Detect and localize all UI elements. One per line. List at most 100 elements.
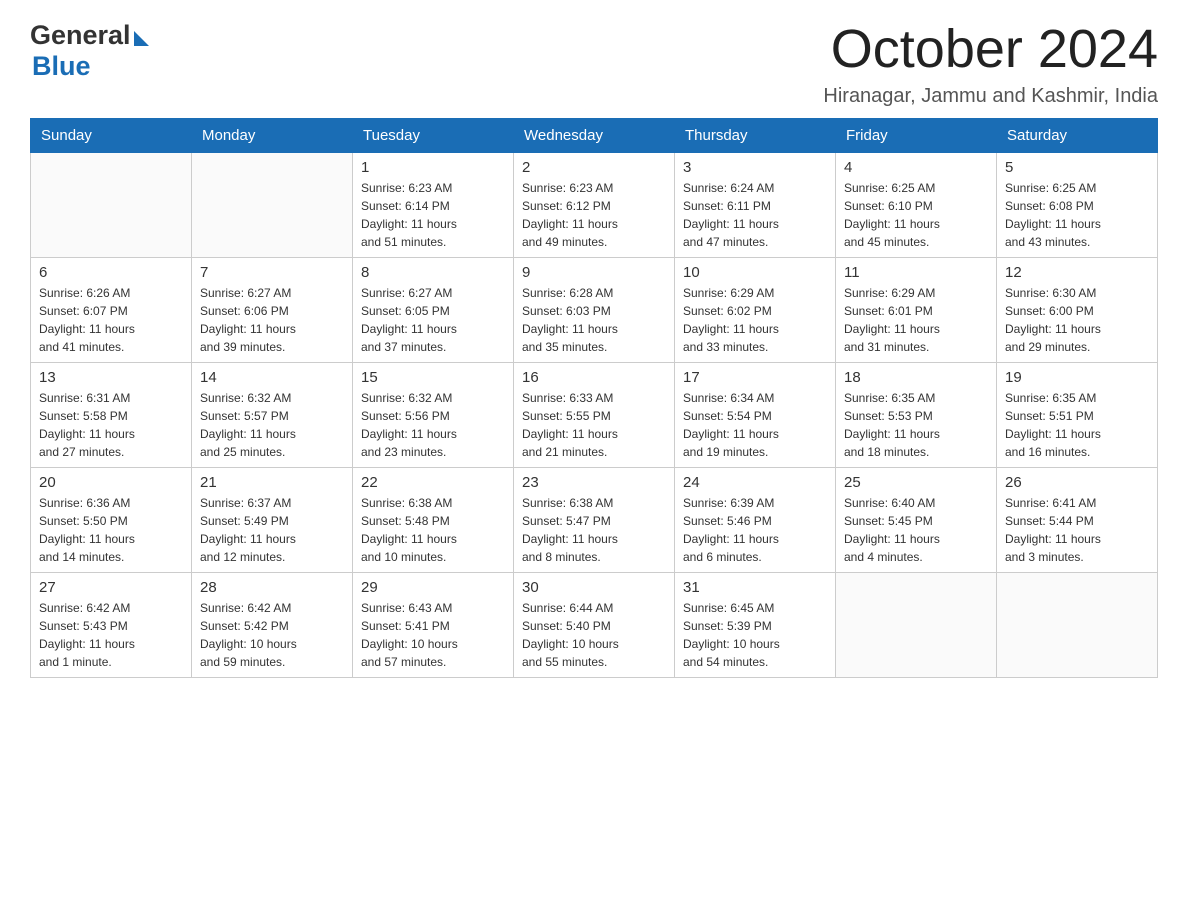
calendar-header-tuesday: Tuesday [353,119,514,153]
calendar-cell [192,153,353,258]
day-info: Sunrise: 6:42 AM Sunset: 5:43 PM Dayligh… [39,599,183,671]
day-info: Sunrise: 6:27 AM Sunset: 6:06 PM Dayligh… [200,284,344,356]
day-number: 5 [1005,159,1149,176]
calendar-cell: 30 Sunrise: 6:44 AM Sunset: 5:40 PM Dayli… [514,573,675,678]
day-info: Sunrise: 6:29 AM Sunset: 6:02 PM Dayligh… [683,284,827,356]
day-info: Sunrise: 6:26 AM Sunset: 6:07 PM Dayligh… [39,284,183,356]
calendar-week-4: 20Sunrise: 6:36 AM Sunset: 5:50 PM Dayli… [31,468,1158,573]
day-number: 9 [522,264,666,281]
day-info: Sunrise: 6:29 AM Sunset: 6:01 PM Dayligh… [844,284,988,356]
day-info: Sunrise: 6:34 AM Sunset: 5:54 PM Dayligh… [683,389,827,461]
calendar-cell [31,153,192,258]
calendar-cell: 26 Sunrise: 6:41 AM Sunset: 5:44 PM Dayli… [997,468,1158,573]
day-number: 6 [39,264,183,281]
day-info: Sunrise: 6:39 AM Sunset: 5:46 PM Dayligh… [683,494,827,566]
day-number: 18 [844,369,988,386]
calendar-header-saturday: Saturday [997,119,1158,153]
calendar-week-1: 1Sunrise: 6:23 AM Sunset: 6:14 PM Daylig… [31,153,1158,258]
calendar-cell: 1Sunrise: 6:23 AM Sunset: 6:14 PM Daylig… [353,153,514,258]
calendar-cell: 12Sunrise: 6:30 AM Sunset: 6:00 PM Dayli… [997,258,1158,363]
day-number: 15 [361,369,505,386]
day-number: 13 [39,369,183,386]
calendar-header-row: SundayMondayTuesdayWednesdayThursdayFrid… [31,119,1158,153]
calendar-cell: 7 Sunrise: 6:27 AM Sunset: 6:06 PM Daylig… [192,258,353,363]
day-number: 7 [200,264,344,281]
day-number: 29 [361,579,505,596]
day-number: 16 [522,369,666,386]
day-info: Sunrise: 6:32 AM Sunset: 5:57 PM Dayligh… [200,389,344,461]
calendar-cell: 2 Sunrise: 6:23 AM Sunset: 6:12 PM Daylig… [514,153,675,258]
calendar-cell: 29 Sunrise: 6:43 AM Sunset: 5:41 PM Dayli… [353,573,514,678]
day-info: Sunrise: 6:25 AM Sunset: 6:08 PM Dayligh… [1005,179,1149,251]
calendar-week-3: 13 Sunrise: 6:31 AM Sunset: 5:58 PM Dayli… [31,363,1158,468]
calendar-cell: 11 Sunrise: 6:29 AM Sunset: 6:01 PM Dayli… [836,258,997,363]
day-number: 25 [844,474,988,491]
calendar-cell: 16 Sunrise: 6:33 AM Sunset: 5:55 PM Dayli… [514,363,675,468]
calendar-cell: 21Sunrise: 6:37 AM Sunset: 5:49 PM Dayli… [192,468,353,573]
day-info: Sunrise: 6:41 AM Sunset: 5:44 PM Dayligh… [1005,494,1149,566]
calendar-cell: 6 Sunrise: 6:26 AM Sunset: 6:07 PM Daylig… [31,258,192,363]
calendar-cell: 3 Sunrise: 6:24 AM Sunset: 6:11 PM Daylig… [675,153,836,258]
day-number: 19 [1005,369,1149,386]
logo-triangle-icon [134,31,149,46]
day-info: Sunrise: 6:27 AM Sunset: 6:05 PM Dayligh… [361,284,505,356]
logo-blue-text: Blue [30,51,91,82]
calendar-cell: 28Sunrise: 6:42 AM Sunset: 5:42 PM Dayli… [192,573,353,678]
day-info: Sunrise: 6:33 AM Sunset: 5:55 PM Dayligh… [522,389,666,461]
calendar-week-2: 6 Sunrise: 6:26 AM Sunset: 6:07 PM Daylig… [31,258,1158,363]
day-number: 20 [39,474,183,491]
calendar-header-thursday: Thursday [675,119,836,153]
calendar-week-5: 27 Sunrise: 6:42 AM Sunset: 5:43 PM Dayli… [31,573,1158,678]
calendar-cell: 19 Sunrise: 6:35 AM Sunset: 5:51 PM Dayli… [997,363,1158,468]
calendar-header-monday: Monday [192,119,353,153]
calendar-cell: 5 Sunrise: 6:25 AM Sunset: 6:08 PM Daylig… [997,153,1158,258]
calendar-cell: 18 Sunrise: 6:35 AM Sunset: 5:53 PM Dayli… [836,363,997,468]
calendar-cell: 13 Sunrise: 6:31 AM Sunset: 5:58 PM Dayli… [31,363,192,468]
day-info: Sunrise: 6:38 AM Sunset: 5:48 PM Dayligh… [361,494,505,566]
calendar-cell: 23Sunrise: 6:38 AM Sunset: 5:47 PM Dayli… [514,468,675,573]
day-info: Sunrise: 6:25 AM Sunset: 6:10 PM Dayligh… [844,179,988,251]
title-section: October 2024 Hiranagar, Jammu and Kashmi… [823,20,1158,108]
day-info: Sunrise: 6:35 AM Sunset: 5:51 PM Dayligh… [1005,389,1149,461]
day-info: Sunrise: 6:38 AM Sunset: 5:47 PM Dayligh… [522,494,666,566]
calendar-cell: 25 Sunrise: 6:40 AM Sunset: 5:45 PM Dayli… [836,468,997,573]
page-header: General Blue October 2024 Hiranagar, Jam… [30,20,1158,108]
day-number: 30 [522,579,666,596]
day-info: Sunrise: 6:45 AM Sunset: 5:39 PM Dayligh… [683,599,827,671]
day-number: 14 [200,369,344,386]
day-info: Sunrise: 6:31 AM Sunset: 5:58 PM Dayligh… [39,389,183,461]
day-number: 3 [683,159,827,176]
calendar-cell: 24 Sunrise: 6:39 AM Sunset: 5:46 PM Dayli… [675,468,836,573]
calendar-header-sunday: Sunday [31,119,192,153]
day-number: 27 [39,579,183,596]
month-year-title: October 2024 [823,20,1158,79]
day-info: Sunrise: 6:44 AM Sunset: 5:40 PM Dayligh… [522,599,666,671]
day-number: 24 [683,474,827,491]
day-info: Sunrise: 6:40 AM Sunset: 5:45 PM Dayligh… [844,494,988,566]
day-number: 12 [1005,264,1149,281]
day-number: 11 [844,264,988,281]
calendar-cell: 8Sunrise: 6:27 AM Sunset: 6:05 PM Daylig… [353,258,514,363]
day-info: Sunrise: 6:23 AM Sunset: 6:14 PM Dayligh… [361,179,505,251]
calendar-cell: 31 Sunrise: 6:45 AM Sunset: 5:39 PM Dayli… [675,573,836,678]
calendar-table: SundayMondayTuesdayWednesdayThursdayFrid… [30,118,1158,678]
day-number: 26 [1005,474,1149,491]
day-number: 22 [361,474,505,491]
day-number: 21 [200,474,344,491]
calendar-cell [836,573,997,678]
day-info: Sunrise: 6:23 AM Sunset: 6:12 PM Dayligh… [522,179,666,251]
day-info: Sunrise: 6:35 AM Sunset: 5:53 PM Dayligh… [844,389,988,461]
day-info: Sunrise: 6:24 AM Sunset: 6:11 PM Dayligh… [683,179,827,251]
calendar-cell: 14 Sunrise: 6:32 AM Sunset: 5:57 PM Dayli… [192,363,353,468]
calendar-cell: 22 Sunrise: 6:38 AM Sunset: 5:48 PM Dayli… [353,468,514,573]
day-info: Sunrise: 6:28 AM Sunset: 6:03 PM Dayligh… [522,284,666,356]
logo: General Blue [30,20,149,82]
day-info: Sunrise: 6:43 AM Sunset: 5:41 PM Dayligh… [361,599,505,671]
day-number: 31 [683,579,827,596]
day-number: 17 [683,369,827,386]
calendar-cell: 27 Sunrise: 6:42 AM Sunset: 5:43 PM Dayli… [31,573,192,678]
day-number: 2 [522,159,666,176]
calendar-cell: 15Sunrise: 6:32 AM Sunset: 5:56 PM Dayli… [353,363,514,468]
calendar-cell: 9 Sunrise: 6:28 AM Sunset: 6:03 PM Daylig… [514,258,675,363]
logo-general-text: General [30,20,131,51]
